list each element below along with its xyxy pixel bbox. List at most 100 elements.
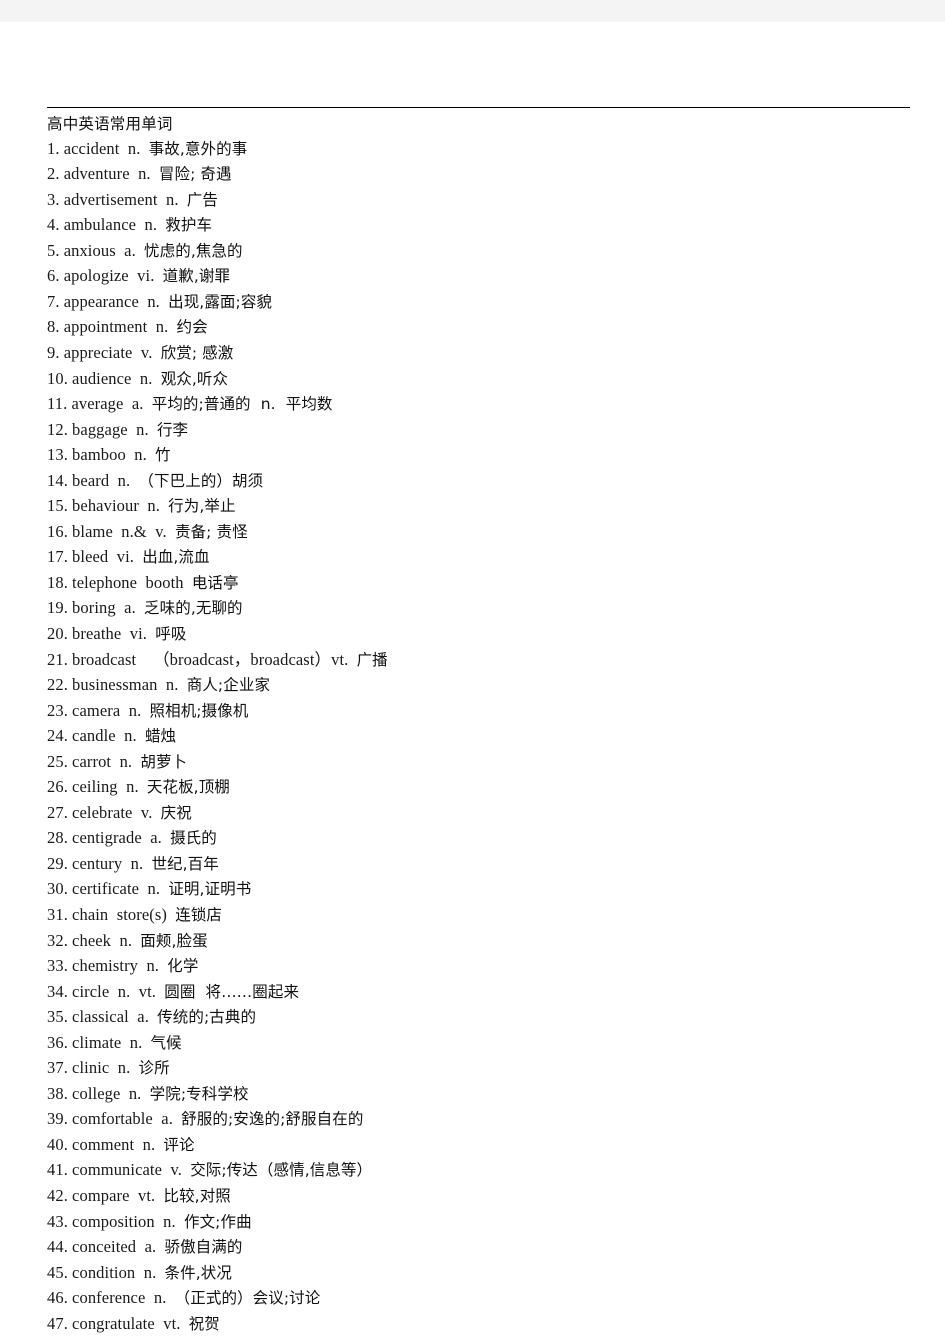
vocabulary-entry: 43. composition n. 作文;作曲 [47,1210,917,1236]
entry-english-term: ambulance n. [63,215,158,235]
vocabulary-entry-list: 1. accident n. 事故,意外的事 2. adventure n. 冒险… [47,137,917,1337]
vocabulary-entry: 36. climate n. 气候 [47,1031,917,1057]
entry-number: 29. [47,853,68,873]
entry-number: 2. [47,164,60,184]
vocabulary-entry: 30. certificate n. 证明,证明书 [47,877,917,903]
entry-chinese-gloss: （正式的）会议;讨论 [174,1289,321,1308]
entry-number: 9. [47,342,60,362]
entry-english-term: congratulate vt. [72,1313,181,1333]
entry-chinese-gloss: 欣赏; 感激 [160,343,234,362]
vocabulary-entry: 24. candle n. 蜡烛 [47,724,917,750]
vocabulary-entry: 19. boring a. 乏味的,无聊的 [47,596,917,622]
entry-chinese-gloss: 连锁店 [175,906,223,924]
vocabulary-entry: 16. blame n.& v. 责备; 责怪 [47,520,917,546]
entry-number: 25. [47,751,68,771]
vocabulary-entry: 32. cheek n. 面颊,脸蛋 [47,929,917,955]
entry-number: 34. [47,981,68,1001]
entry-chinese-gloss: 圆圈 将……圈起来 [164,982,300,1001]
entry-english-term: apologize vi. [63,266,155,286]
entry-english-term: composition n. [72,1211,176,1231]
entry-english-term: candle n. [72,726,137,746]
vocabulary-entry: 10. audience n. 观众,听众 [47,367,917,393]
entry-english-term: bamboo n. [72,445,147,465]
entry-number: 7. [47,291,60,311]
vocabulary-entry: 29. century n. 世纪,百年 [47,852,917,878]
entry-english-term: audience n. [72,368,153,388]
entry-english-term: comment n. [72,1134,156,1154]
vocabulary-entry: 1. accident n. 事故,意外的事 [47,137,917,163]
entry-number: 37. [47,1058,68,1078]
entry-number: 26. [47,777,68,797]
entry-number: 6. [47,266,60,286]
entry-english-term: appreciate v. [63,342,153,362]
entry-chinese-gloss: 出血,流血 [142,548,210,567]
entry-number: 40. [47,1134,68,1154]
entry-chinese-gloss: 冒险; 奇遇 [158,165,232,184]
entry-number: 19. [47,598,68,618]
entry-number: 41. [47,1160,68,1180]
vocabulary-entry: 3. advertisement n. 广告 [47,188,917,214]
vocabulary-entry: 33. chemistry n. 化学 [47,954,917,980]
vocabulary-entry: 7. appearance n. 出现,露面;容貌 [47,290,917,316]
entry-english-term: camera n. [72,700,142,720]
entry-chinese-gloss: 胡萝卜 [140,752,188,771]
entry-number: 12. [47,419,68,439]
entry-number: 44. [47,1237,68,1257]
entry-chinese-gloss: 庆祝 [160,803,192,822]
vocabulary-entry: 11. average a. 平均的;普通的 n. 平均数 [47,392,917,418]
entry-chinese-gloss: 舒服的;安逸的;舒服自在的 [181,1110,364,1129]
entry-chinese-gloss: 交际;传达（感情,信息等） [190,1161,373,1180]
entry-number: 28. [47,828,68,848]
entry-number: 15. [47,496,68,516]
entry-number: 31. [47,905,68,924]
entry-chinese-gloss: 天花板,顶棚 [146,778,230,797]
vocabulary-entry: 6. apologize vi. 道歉,谢罪 [47,264,917,290]
entry-chinese-gloss: 条件,状况 [164,1263,232,1282]
entry-number: 14. [47,470,68,490]
entry-english-term: appointment n. [63,317,169,337]
entry-chinese-gloss: 照相机;摄像机 [149,701,249,720]
header-horizontal-rule [47,107,910,108]
entry-english-term: baggage n. [72,419,149,439]
vocabulary-entry: 39. comfortable a. 舒服的;安逸的;舒服自在的 [47,1107,917,1133]
entry-chinese-gloss: 诊所 [138,1059,170,1078]
entry-english-term: boring a. [72,598,136,618]
vocabulary-entry: 27. celebrate v. 庆祝 [47,801,917,827]
entry-english-term: clinic n. [72,1058,131,1078]
entry-chinese-gloss: （下巴上的）胡须 [138,471,264,490]
entry-number: 10. [47,368,68,388]
entry-english-term: bleed vi. [72,547,134,567]
entry-chinese-gloss: 广告 [186,190,218,209]
vocabulary-entry: 12. baggage n. 行李 [47,418,917,444]
entry-chinese-gloss: 作文;作曲 [183,1212,252,1231]
document-body: 高中英语常用单词 1. accident n. 事故,意外的事 2. advent… [47,107,917,1337]
entry-chinese-gloss: 评论 [163,1135,195,1154]
entry-chinese-gloss: 面颊,脸蛋 [140,931,208,950]
entry-number: 11. [47,394,68,414]
entry-english-term: celebrate v. [72,802,153,822]
entry-number: 45. [47,1262,68,1282]
vocabulary-entry: 21. broadcast （broadcast，broadcast）vt. 广… [47,648,917,674]
vocabulary-entry: 35. classical a. 传统的;古典的 [47,1005,917,1031]
vocabulary-entry: 14. beard n. （下巴上的）胡须 [47,469,917,495]
entry-english-term: condition n. [72,1262,157,1282]
entry-english-term: conference n. [72,1288,167,1308]
entry-chinese-gloss: 呼吸 [155,624,187,643]
entry-chinese-gloss: 骄傲自满的 [164,1238,243,1257]
vocabulary-entry: 13. bamboo n. 竹 [47,443,917,469]
entry-number: 23. [47,700,68,720]
vocabulary-entry: 25. carrot n. 胡萝卜 [47,750,917,776]
entry-chinese-gloss: 道歉,谢罪 [162,267,231,286]
entry-chinese-gloss: 电话亭 [191,573,239,592]
vocabulary-entry: 5. anxious a. 忧虑的,焦急的 [47,239,917,265]
entry-number: 21. [47,649,68,669]
entry-number: 32. [47,930,68,950]
entry-number: 35. [47,1007,68,1027]
entry-english-term: broadcast （broadcast，broadcast）vt. [72,649,349,669]
vocabulary-entry: 46. conference n. （正式的）会议;讨论 [47,1286,917,1312]
entry-chinese-gloss: 祝贺 [188,1314,220,1333]
entry-number: 20. [47,623,68,643]
entry-chinese-gloss: 行李 [156,420,189,439]
entry-number: 17. [47,547,68,567]
entry-english-term: breathe vi. [72,623,148,643]
